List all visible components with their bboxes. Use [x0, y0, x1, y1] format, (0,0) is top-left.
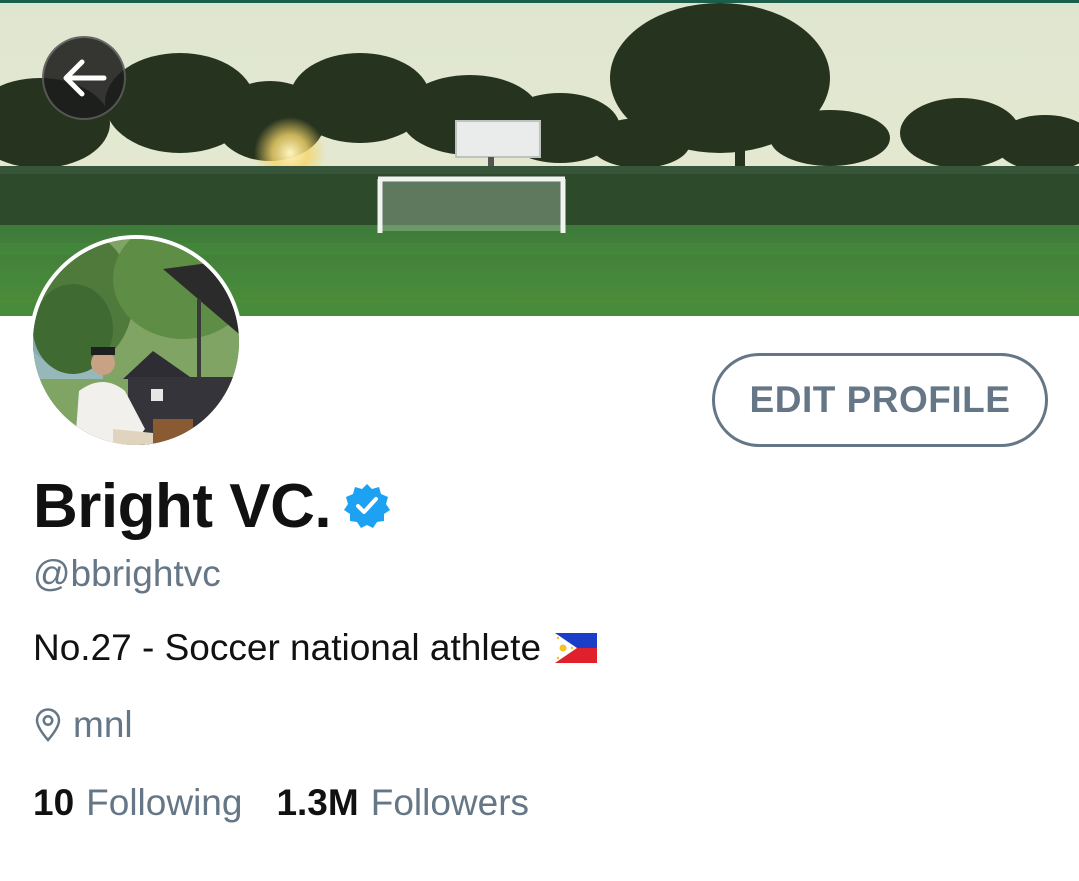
display-name: Bright VC.: [33, 471, 332, 541]
back-arrow-icon: [63, 59, 107, 97]
follow-stats: 10 Following 1.3M Followers: [33, 782, 529, 824]
following-count: 10: [33, 782, 75, 823]
followers-link[interactable]: 1.3M Followers: [276, 782, 529, 824]
edit-profile-button[interactable]: EDIT PROFILE: [712, 353, 1048, 447]
followers-count: 1.3M: [276, 782, 359, 823]
bio: No.27 - Soccer national athlete: [33, 627, 598, 669]
bio-text: No.27 - Soccer national athlete: [33, 627, 542, 668]
verified-badge-icon: [344, 484, 391, 528]
location-text: mnl: [73, 704, 133, 745]
location: mnl: [33, 704, 133, 746]
user-handle: @bbrightvc: [33, 553, 221, 594]
following-link[interactable]: 10 Following: [33, 782, 242, 824]
avatar[interactable]: [29, 235, 243, 449]
location-pin-icon: [35, 708, 61, 742]
name-row: Bright VC.: [33, 470, 391, 542]
philippines-flag-icon: [555, 633, 598, 663]
back-button[interactable]: [42, 36, 126, 120]
followers-label: Followers: [370, 782, 530, 823]
following-label: Following: [86, 782, 243, 823]
